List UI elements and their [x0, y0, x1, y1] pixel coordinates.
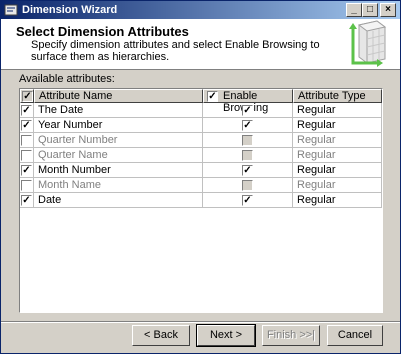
row-select-checkbox[interactable]: ✓ [21, 105, 32, 116]
enable-browsing-checkbox[interactable]: ✓ [242, 165, 253, 176]
row-select-checkbox[interactable] [21, 135, 32, 146]
attribute-type-cell[interactable]: Regular [293, 148, 382, 163]
attribute-row[interactable]: Quarter Name Regular [20, 148, 382, 163]
enable-browsing-cell[interactable]: ✓ [203, 193, 293, 208]
attribute-type-cell[interactable]: Regular [293, 133, 382, 148]
enable-browsing-cell[interactable] [203, 148, 293, 163]
back-button[interactable]: < Back [132, 325, 190, 346]
row-select-checkbox[interactable] [21, 150, 32, 161]
close-button[interactable]: × [380, 3, 396, 17]
minimize-button[interactable]: _ [346, 3, 362, 17]
title-bar[interactable]: Dimension Wizard _ □ × [1, 1, 400, 19]
grid-header-row: ✓ Attribute Name ✓ Enable Browsing Attri… [20, 89, 382, 114]
row-select-checkbox[interactable]: ✓ [21, 120, 32, 131]
row-select-cell[interactable]: ✓ [20, 118, 34, 133]
attribute-name-cell[interactable]: Month Number [34, 163, 203, 178]
attribute-row[interactable]: Month Name Regular [20, 178, 382, 193]
enable-browsing-cell[interactable]: ✓ [203, 118, 293, 133]
attribute-row[interactable]: Quarter Number Regular [20, 133, 382, 148]
attribute-name-cell[interactable]: Quarter Number [34, 133, 203, 148]
row-select-cell[interactable] [20, 148, 34, 163]
attribute-row[interactable]: ✓ Month Number ✓ Regular [20, 163, 382, 178]
attribute-name-cell[interactable]: Month Name [34, 178, 203, 193]
page-title: Select Dimension Attributes [16, 24, 189, 39]
enable-browsing-checkbox[interactable]: ✓ [242, 105, 253, 116]
row-select-cell[interactable]: ✓ [20, 103, 34, 118]
row-select-checkbox[interactable]: ✓ [21, 165, 32, 176]
window-title: Dimension Wizard [22, 4, 118, 16]
header-attribute-name[interactable]: Attribute Name [34, 89, 203, 103]
enable-browsing-checkbox [242, 180, 253, 191]
attribute-type-cell[interactable]: Regular [293, 163, 382, 178]
row-select-checkbox[interactable] [21, 180, 32, 191]
attribute-row[interactable]: ✓ The Date ✓ Regular [20, 103, 382, 118]
attribute-name-cell[interactable]: Date [34, 193, 203, 208]
attribute-name-cell[interactable]: The Date [34, 103, 203, 118]
available-attributes-label: Available attributes: [19, 73, 115, 85]
attribute-type-cell[interactable]: Regular [293, 103, 382, 118]
attribute-row[interactable]: ✓ Year Number ✓ Regular [20, 118, 382, 133]
finish-button: Finish >>| [262, 325, 320, 346]
row-select-cell[interactable]: ✓ [20, 193, 34, 208]
enable-browsing-all-checkbox[interactable]: ✓ [207, 91, 218, 102]
header-attribute-type[interactable]: Attribute Type [293, 89, 382, 103]
close-icon: × [385, 4, 391, 15]
wizard-app-icon [4, 4, 18, 16]
dimension-wizard-window: Dimension Wizard _ □ × Select Dimension … [0, 0, 401, 354]
attribute-name-cell[interactable]: Year Number [34, 118, 203, 133]
enable-browsing-checkbox [242, 135, 253, 146]
enable-browsing-checkbox[interactable]: ✓ [242, 195, 253, 206]
attribute-type-cell[interactable]: Regular [293, 193, 382, 208]
attribute-name-cell[interactable]: Quarter Name [34, 148, 203, 163]
attribute-row[interactable]: ✓ Date ✓ Regular [20, 193, 382, 208]
select-all-header[interactable]: ✓ [20, 89, 34, 103]
maximize-button[interactable]: □ [362, 3, 378, 17]
enable-browsing-cell[interactable]: ✓ [203, 103, 293, 118]
row-select-cell[interactable] [20, 178, 34, 193]
row-select-cell[interactable] [20, 133, 34, 148]
enable-browsing-cell[interactable] [203, 178, 293, 193]
page-description: Specify dimension attributes and select … [31, 39, 320, 63]
footer-separator [1, 321, 400, 323]
enable-browsing-checkbox[interactable]: ✓ [242, 120, 253, 131]
row-select-cell[interactable]: ✓ [20, 163, 34, 178]
enable-browsing-cell[interactable]: ✓ [203, 163, 293, 178]
row-select-checkbox[interactable]: ✓ [21, 195, 32, 206]
next-button[interactable]: Next > [196, 324, 256, 347]
dimension-cube-icon [349, 20, 387, 67]
attribute-type-cell[interactable]: Regular [293, 118, 382, 133]
attribute-type-cell[interactable]: Regular [293, 178, 382, 193]
wizard-header: Select Dimension Attributes Specify dime… [1, 19, 400, 70]
select-all-checkbox[interactable]: ✓ [22, 91, 33, 102]
maximize-icon: □ [366, 4, 374, 15]
attributes-grid[interactable]: ✓ Attribute Name ✓ Enable Browsing Attri… [19, 88, 383, 313]
enable-browsing-cell[interactable] [203, 133, 293, 148]
header-enable-browsing[interactable]: ✓ Enable Browsing [203, 89, 293, 114]
cancel-button[interactable]: Cancel [327, 325, 383, 346]
enable-browsing-checkbox [242, 150, 253, 161]
minimize-icon: _ [351, 4, 357, 15]
